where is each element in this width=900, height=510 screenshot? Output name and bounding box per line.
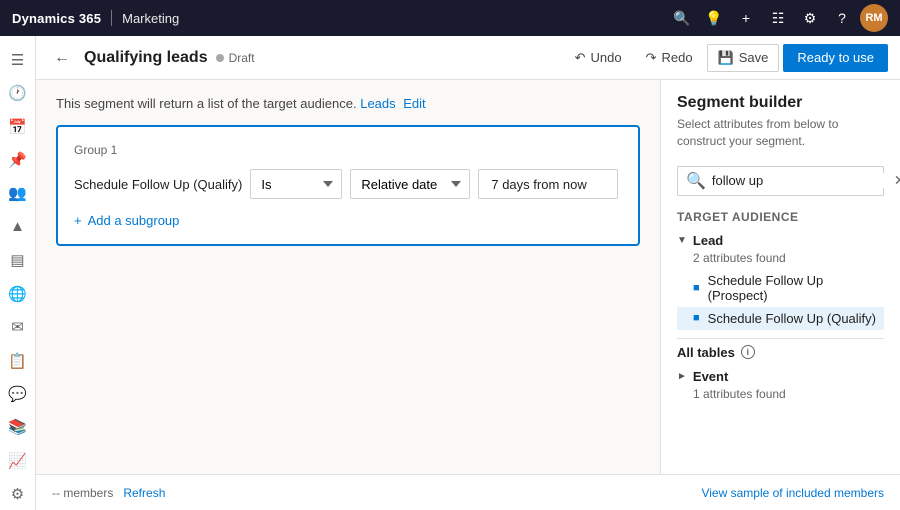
- sidebar-segments-icon[interactable]: ▤: [2, 245, 34, 276]
- sidebar-config-icon[interactable]: ⚙: [2, 478, 34, 509]
- right-panel: Segment builder Select attributes from b…: [660, 80, 900, 474]
- attr-name-qualify: Schedule Follow Up (Qualify): [708, 311, 876, 326]
- draft-dot: [216, 54, 224, 62]
- search-icon[interactable]: 🔍: [668, 4, 696, 32]
- search-icon: 🔍: [686, 171, 706, 191]
- lead-entity-name: Lead: [693, 233, 723, 248]
- app-title: Dynamics 365: [12, 11, 101, 26]
- attr-icon-qualify: ■: [693, 312, 700, 324]
- main-layout: ☰ 🕐 📅 📌 👥 ▲ ▤ 🌐 ✉ 📋 💬 📚 📈 ⚙ ← Qualifying…: [0, 36, 900, 510]
- value-pill[interactable]: 7 days from now: [478, 169, 618, 199]
- top-nav: Dynamics 365 Marketing 🔍 💡 + ☷ ⚙ ? RM: [0, 0, 900, 36]
- view-sample-link[interactable]: View sample of included members: [701, 486, 884, 500]
- panel-title: Segment builder: [677, 94, 884, 112]
- redo-label: Redo: [661, 50, 692, 65]
- leads-link[interactable]: Leads: [360, 96, 395, 111]
- group-box: Group 1 Schedule Follow Up (Qualify) Is …: [56, 125, 640, 246]
- info-bar: This segment will return a list of the t…: [56, 96, 640, 111]
- body-area: This segment will return a list of the t…: [36, 80, 900, 474]
- left-sidebar: ☰ 🕐 📅 📌 👥 ▲ ▤ 🌐 ✉ 📋 💬 📚 📈 ⚙: [0, 36, 36, 510]
- event-section: ► Event 1 attributes found: [677, 366, 884, 401]
- top-nav-icons: 🔍 💡 + ☷ ⚙ ? RM: [668, 4, 888, 32]
- undo-label: Undo: [591, 50, 622, 65]
- event-entity-name: Event: [693, 369, 728, 384]
- lead-chevron-icon: ▼: [677, 235, 687, 246]
- settings-icon[interactable]: ⚙: [796, 4, 824, 32]
- attribute-item-qualify[interactable]: ■ Schedule Follow Up (Qualify): [677, 307, 884, 330]
- event-chevron-icon: ►: [677, 371, 687, 382]
- target-audience-label: Target audience: [677, 210, 884, 224]
- sidebar-email-icon[interactable]: ✉: [2, 311, 34, 342]
- condition-row: Schedule Follow Up (Qualify) Is Is not C…: [74, 169, 622, 199]
- help-icon[interactable]: ?: [828, 4, 856, 32]
- operator-select[interactable]: Is Is not Contains: [250, 169, 342, 199]
- sidebar-home-icon[interactable]: 🕐: [2, 77, 34, 108]
- subheader: ← Qualifying leads Draft ↶ Undo ↷ Redo 💾…: [36, 36, 900, 80]
- module-title: Marketing: [122, 11, 179, 26]
- panel-body: Target audience ▼ Lead 2 attributes foun…: [661, 206, 900, 474]
- draft-label: Draft: [229, 51, 255, 65]
- subheader-actions: ↶ Undo ↷ Redo 💾 Save Ready to use: [565, 44, 888, 72]
- sidebar-library-icon[interactable]: 📚: [2, 412, 34, 443]
- date-type-select[interactable]: Relative date Absolute date: [350, 169, 470, 199]
- condition-field: Schedule Follow Up (Qualify): [74, 177, 242, 192]
- avatar[interactable]: RM: [860, 4, 888, 32]
- lead-section: ▼ Lead 2 attributes found ■ Schedule Fol…: [677, 230, 884, 330]
- attr-icon-prospect: ■: [693, 282, 700, 294]
- event-count: 1 attributes found: [677, 387, 884, 401]
- ready-label: Ready to use: [797, 50, 874, 65]
- info-icon[interactable]: i: [741, 345, 755, 359]
- sidebar-menu-icon[interactable]: ☰: [2, 44, 34, 75]
- content-area: ← Qualifying leads Draft ↶ Undo ↷ Redo 💾…: [36, 36, 900, 510]
- panel-header: Segment builder Select attributes from b…: [661, 80, 900, 156]
- save-icon: 💾: [718, 50, 734, 66]
- sidebar-contacts-icon[interactable]: 👥: [2, 178, 34, 209]
- segment-editor: This segment will return a list of the t…: [36, 80, 660, 474]
- add-subgroup-label: Add a subgroup: [88, 213, 180, 228]
- attr-name-prospect: Schedule Follow Up (Prospect): [708, 273, 884, 303]
- sidebar-analytics-icon[interactable]: 📈: [2, 445, 34, 476]
- lead-entity-header[interactable]: ▼ Lead: [677, 230, 884, 251]
- redo-button[interactable]: ↷ Redo: [636, 44, 703, 72]
- save-label: Save: [739, 50, 769, 65]
- sidebar-leads-icon[interactable]: ▲: [2, 211, 34, 242]
- plus-icon[interactable]: +: [732, 4, 760, 32]
- search-box[interactable]: 🔍 ✕: [677, 166, 884, 196]
- event-entity-header[interactable]: ► Event: [677, 366, 884, 387]
- back-button[interactable]: ←: [48, 44, 76, 72]
- group-label: Group 1: [74, 143, 622, 157]
- draft-badge: Draft: [216, 51, 255, 65]
- all-tables-header: All tables i: [677, 338, 884, 366]
- save-button[interactable]: 💾 Save: [707, 44, 780, 72]
- edit-link[interactable]: Edit: [403, 96, 425, 111]
- add-subgroup-button[interactable]: + Add a subgroup: [74, 213, 622, 228]
- ready-to-use-button[interactable]: Ready to use: [783, 44, 888, 72]
- filter-icon[interactable]: ☷: [764, 4, 792, 32]
- lightbulb-icon[interactable]: 💡: [700, 4, 728, 32]
- sidebar-form-icon[interactable]: 📋: [2, 345, 34, 376]
- info-text: This segment will return a list of the t…: [56, 96, 357, 111]
- all-tables-label: All tables: [677, 345, 735, 360]
- sidebar-chat-icon[interactable]: 💬: [2, 378, 34, 409]
- sidebar-recent-icon[interactable]: 📅: [2, 111, 34, 142]
- members-text: -- members: [52, 486, 113, 500]
- page-title: Qualifying leads: [84, 49, 208, 67]
- undo-button[interactable]: ↶ Undo: [565, 44, 632, 72]
- sidebar-pin-icon[interactable]: 📌: [2, 144, 34, 175]
- nav-divider: [111, 10, 112, 26]
- search-clear-icon[interactable]: ✕: [894, 172, 900, 189]
- lead-count: 2 attributes found: [677, 251, 884, 265]
- sidebar-globe-icon[interactable]: 🌐: [2, 278, 34, 309]
- undo-icon: ↶: [575, 50, 586, 66]
- add-subgroup-icon: +: [74, 213, 82, 228]
- attribute-item-prospect[interactable]: ■ Schedule Follow Up (Prospect): [677, 269, 884, 307]
- refresh-link[interactable]: Refresh: [123, 486, 165, 500]
- panel-subtitle: Select attributes from below to construc…: [677, 116, 884, 150]
- redo-icon: ↷: [646, 50, 657, 66]
- bottom-bar: -- members Refresh View sample of includ…: [36, 474, 900, 510]
- search-input[interactable]: [712, 173, 888, 188]
